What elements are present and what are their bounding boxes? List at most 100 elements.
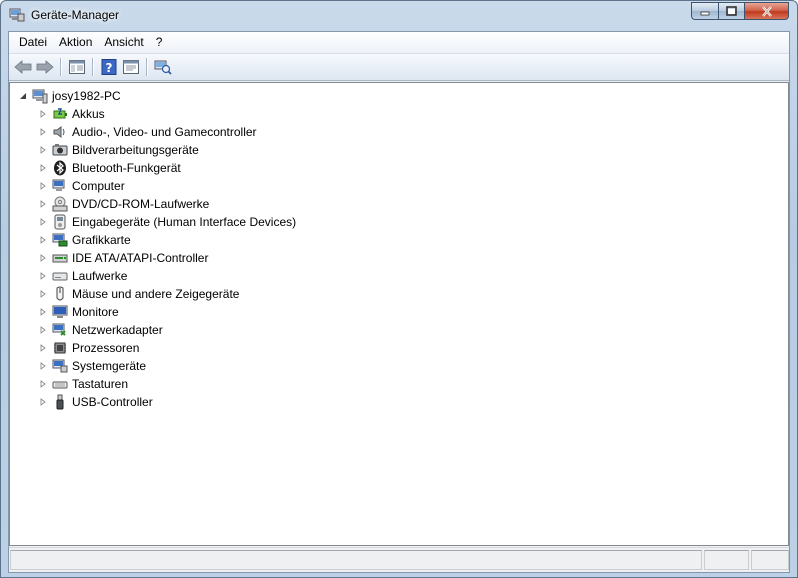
status-panel-tertiary bbox=[751, 550, 789, 570]
menu-aktion[interactable]: Aktion bbox=[53, 32, 98, 53]
root-computer-name: josy1982-PC bbox=[52, 89, 121, 103]
mouse-icon bbox=[52, 286, 68, 302]
status-panel-main bbox=[10, 550, 702, 570]
show-hide-console-tree-button[interactable] bbox=[66, 56, 88, 78]
keyboard-icon bbox=[52, 376, 68, 392]
window-title: Geräte-Manager bbox=[31, 8, 120, 22]
toolbar-separator bbox=[60, 58, 62, 76]
expand-arrow-icon[interactable] bbox=[38, 361, 48, 371]
forward-icon bbox=[36, 60, 54, 74]
tree-category-label: DVD/CD-ROM-Laufwerke bbox=[72, 197, 210, 211]
bluetooth-icon bbox=[52, 160, 68, 176]
speaker-icon bbox=[52, 124, 68, 140]
processor-icon bbox=[52, 340, 68, 356]
svg-text:?: ? bbox=[106, 61, 113, 75]
collapse-arrow-icon[interactable] bbox=[18, 91, 28, 101]
tree-category-node[interactable]: Akkus bbox=[38, 105, 105, 123]
expand-arrow-icon[interactable] bbox=[38, 379, 48, 389]
tree-category-node[interactable]: Bluetooth-Funkgerät bbox=[38, 159, 181, 177]
expand-arrow-icon[interactable] bbox=[38, 235, 48, 245]
expand-arrow-icon[interactable] bbox=[38, 127, 48, 137]
expand-arrow-icon[interactable] bbox=[38, 181, 48, 191]
expand-arrow-icon[interactable] bbox=[38, 289, 48, 299]
show-hide-console-tree-icon bbox=[69, 60, 85, 74]
disk-drive-icon bbox=[52, 268, 68, 284]
tree-category-label: Akkus bbox=[72, 107, 105, 121]
maximize-icon bbox=[726, 6, 737, 16]
expand-arrow-icon[interactable] bbox=[38, 217, 48, 227]
properties-icon bbox=[123, 60, 139, 74]
tree-category-label: Prozessoren bbox=[72, 341, 140, 355]
expand-arrow-icon[interactable] bbox=[38, 307, 48, 317]
device-manager-app-icon bbox=[9, 8, 25, 22]
tree-category-label: USB-Controller bbox=[72, 395, 153, 409]
menu-bar: Datei Aktion Ansicht ? bbox=[9, 32, 789, 54]
expand-arrow-icon[interactable] bbox=[38, 109, 48, 119]
status-bar bbox=[9, 547, 789, 572]
network-adapter-icon bbox=[52, 322, 68, 338]
tree-category-node[interactable]: DVD/CD-ROM-Laufwerke bbox=[38, 195, 209, 213]
tree-category-node[interactable]: Laufwerke bbox=[38, 267, 127, 285]
scan-hardware-icon bbox=[154, 60, 172, 75]
device-manager-window: Geräte-Manager Datei Aktion Ansicht ? ? … bbox=[0, 0, 798, 578]
battery-icon bbox=[52, 106, 68, 122]
tree-category-label: Bildverarbeitungsgeräte bbox=[72, 143, 199, 157]
tree-category-node[interactable]: USB-Controller bbox=[38, 393, 153, 411]
tree-root-node[interactable]: josy1982-PC bbox=[18, 87, 121, 105]
tree-category-node[interactable]: Computer bbox=[38, 177, 125, 195]
expand-arrow-icon[interactable] bbox=[38, 163, 48, 173]
back-button[interactable] bbox=[12, 56, 34, 78]
expand-arrow-icon[interactable] bbox=[38, 199, 48, 209]
monitor-icon bbox=[52, 304, 68, 320]
tree-category-node[interactable]: Monitore bbox=[38, 303, 119, 321]
tree-category-node[interactable]: IDE ATA/ATAPI-Controller bbox=[38, 249, 208, 267]
minimize-button[interactable] bbox=[691, 2, 718, 20]
ide-controller-icon bbox=[52, 250, 68, 266]
properties-button[interactable] bbox=[120, 56, 142, 78]
tree-category-label: Systemgeräte bbox=[72, 359, 147, 373]
tree-category-label: Monitore bbox=[72, 305, 119, 319]
menu-help[interactable]: ? bbox=[150, 32, 169, 53]
tree-category-label: Computer bbox=[72, 179, 125, 193]
close-button[interactable] bbox=[744, 2, 789, 20]
display-adapter-icon bbox=[52, 232, 68, 248]
tree-category-node[interactable]: Mäuse und andere Zeigegeräte bbox=[38, 285, 239, 303]
expand-arrow-icon[interactable] bbox=[38, 325, 48, 335]
tree-category-label: Grafikkarte bbox=[72, 233, 131, 247]
expand-arrow-icon[interactable] bbox=[38, 397, 48, 407]
expand-arrow-icon[interactable] bbox=[38, 271, 48, 281]
tree-category-node[interactable]: Systemgeräte bbox=[38, 357, 146, 375]
back-icon bbox=[14, 60, 32, 74]
minimize-icon bbox=[700, 11, 710, 16]
maximize-button[interactable] bbox=[718, 2, 744, 20]
forward-button[interactable] bbox=[34, 56, 56, 78]
status-panel-secondary bbox=[704, 550, 749, 570]
system-devices-icon bbox=[52, 358, 68, 374]
title-bar[interactable]: Geräte-Manager bbox=[1, 1, 797, 29]
close-icon bbox=[761, 5, 772, 17]
tree-category-label: Audio-, Video- und Gamecontroller bbox=[72, 125, 257, 139]
tree-category-node[interactable]: Bildverarbeitungsgeräte bbox=[38, 141, 199, 159]
expand-arrow-icon[interactable] bbox=[38, 253, 48, 263]
expand-arrow-icon[interactable] bbox=[38, 145, 48, 155]
tree-category-label: Laufwerke bbox=[72, 269, 128, 283]
tree-category-label: Eingabegeräte (Human Interface Devices) bbox=[72, 215, 297, 229]
help-icon: ? bbox=[101, 59, 117, 75]
help-button[interactable]: ? bbox=[98, 56, 120, 78]
menu-ansicht[interactable]: Ansicht bbox=[98, 32, 149, 53]
tree-category-node[interactable]: Eingabegeräte (Human Interface Devices) bbox=[38, 213, 296, 231]
tree-category-label: Mäuse und andere Zeigegeräte bbox=[72, 287, 240, 301]
tree-category-node[interactable]: Tastaturen bbox=[38, 375, 128, 393]
tree-category-node[interactable]: Audio-, Video- und Gamecontroller bbox=[38, 123, 257, 141]
toolbar: ? bbox=[9, 54, 789, 81]
toolbar-separator bbox=[92, 58, 94, 76]
tree-category-node[interactable]: Netzwerkadapter bbox=[38, 321, 163, 339]
expand-arrow-icon[interactable] bbox=[38, 343, 48, 353]
menu-datei[interactable]: Datei bbox=[13, 32, 53, 53]
computer-icon bbox=[52, 178, 68, 194]
dvd-drive-icon bbox=[52, 196, 68, 212]
device-tree[interactable]: josy1982-PC Akkus Audio-, Video- und Game… bbox=[9, 82, 789, 546]
tree-category-node[interactable]: Prozessoren bbox=[38, 339, 139, 357]
scan-hardware-button[interactable] bbox=[152, 56, 174, 78]
tree-category-node[interactable]: Grafikkarte bbox=[38, 231, 131, 249]
